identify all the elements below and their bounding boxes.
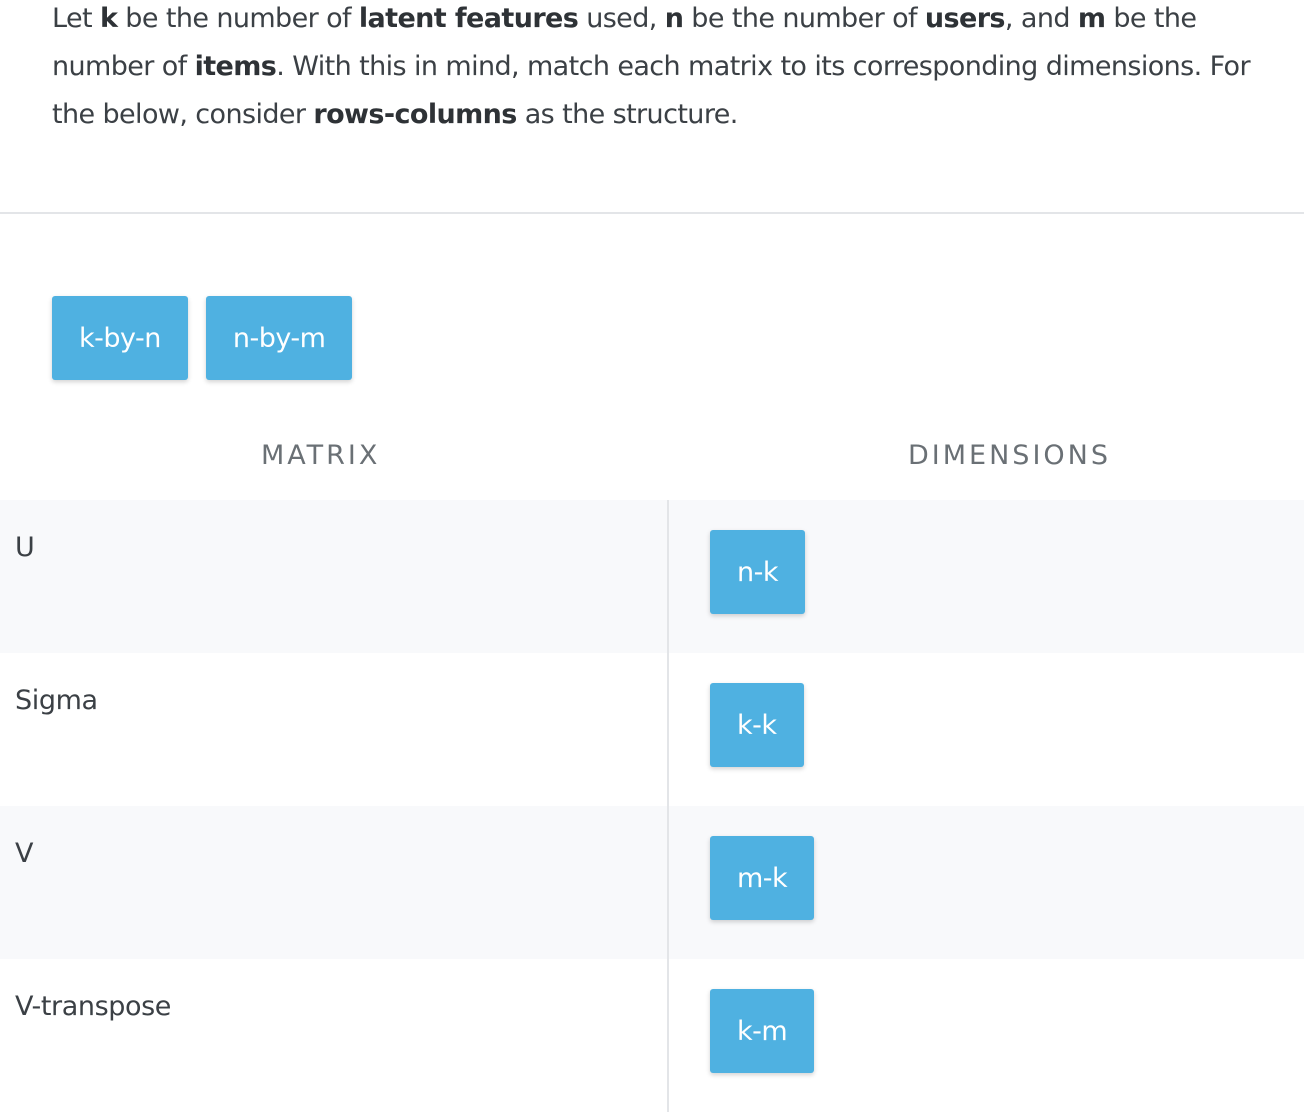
dimension-dropzone[interactable]: m-k xyxy=(710,836,815,920)
placed-chip[interactable]: m-k xyxy=(710,836,815,920)
matching-row-v: V m-k xyxy=(0,806,1304,959)
matching-table: U n-k Sigma k-k V m-k V-transpose k-m xyxy=(0,500,1304,1112)
answer-bank: k-by-n n-by-m xyxy=(52,296,353,380)
prompt-text: Let xyxy=(52,3,100,34)
prompt-bold: latent features xyxy=(358,3,579,34)
prompt-text: used, xyxy=(578,3,665,34)
column-divider xyxy=(667,959,669,1112)
placed-chip[interactable]: k-k xyxy=(710,683,804,767)
prompt-bold: users xyxy=(924,3,1006,34)
prompt-bold: n xyxy=(664,3,684,34)
column-divider xyxy=(667,500,669,653)
column-divider xyxy=(667,653,669,806)
placed-chip[interactable]: k-m xyxy=(710,989,815,1073)
draggable-chip-n-by-m[interactable]: n-by-m xyxy=(205,296,353,380)
placed-chip[interactable]: n-k xyxy=(710,530,805,614)
matrix-label: V xyxy=(15,838,34,869)
matrix-label: U xyxy=(15,532,35,563)
prompt-text: be the number of xyxy=(117,3,359,34)
draggable-chip-k-by-n[interactable]: k-by-n xyxy=(52,296,188,380)
dimension-dropzone[interactable]: k-k xyxy=(710,683,804,767)
prompt-bold: m xyxy=(1077,3,1106,34)
dimension-dropzone[interactable]: n-k xyxy=(710,530,805,614)
dimensions-column-header: DIMENSIONS xyxy=(908,440,1111,471)
dimension-dropzone[interactable]: k-m xyxy=(710,989,815,1073)
matrix-column-header: MATRIX xyxy=(261,440,381,471)
matching-row-u: U n-k xyxy=(0,500,1304,653)
question-prompt: Let k be the number of latent features u… xyxy=(52,0,1297,139)
matching-row-v-transpose: V-transpose k-m xyxy=(0,959,1304,1112)
prompt-bold: items xyxy=(194,51,277,82)
prompt-bold: rows-columns xyxy=(313,99,517,130)
matrix-label: Sigma xyxy=(15,685,98,716)
prompt-text: be the number of xyxy=(683,3,925,34)
matching-row-sigma: Sigma k-k xyxy=(0,653,1304,806)
prompt-bold: k xyxy=(99,3,118,34)
section-divider xyxy=(0,212,1304,214)
column-divider xyxy=(667,806,669,959)
matrix-label: V-transpose xyxy=(15,991,171,1022)
prompt-text: , and xyxy=(1004,3,1078,34)
prompt-text: as the structure. xyxy=(516,99,739,130)
